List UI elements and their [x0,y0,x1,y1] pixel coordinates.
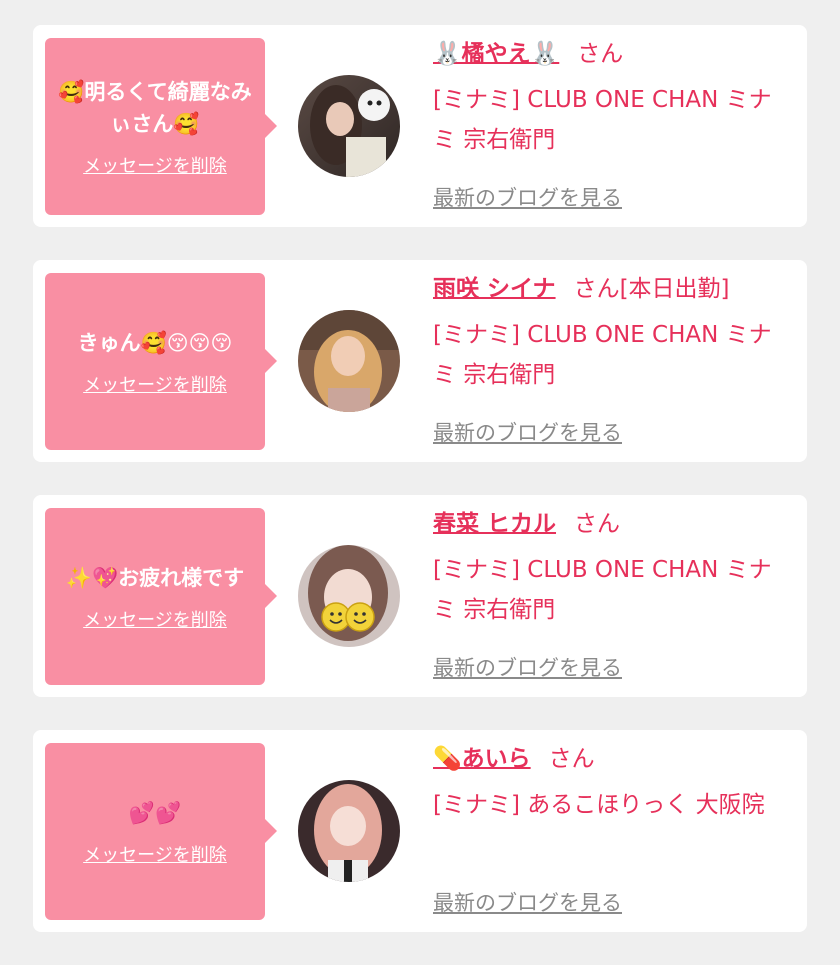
message-bubble: 💕💕 メッセージを削除 [45,743,277,920]
honorific: さん [574,511,621,537]
cast-name-link[interactable]: 雨咲 シイナ [433,276,556,302]
delete-message-link[interactable]: メッセージを削除 [83,371,227,397]
smiley-face-avatar-icon[interactable] [298,545,400,647]
shop-name: [ミナミ] CLUB ONE CHAN ミナミ 宗右衛門 [433,557,772,623]
message-text: 💕💕 [128,800,182,825]
delete-message-link[interactable]: メッセージを削除 [83,606,227,632]
message-bubble: ✨💖お疲れ様です メッセージを削除 [45,508,277,685]
honorific: さん [573,276,620,302]
latest-blog-link[interactable]: 最新のブログを見る [433,887,622,917]
honorific: さん [548,746,595,772]
woman-photo-avatar-icon[interactable] [298,75,400,177]
honorific: さん [577,41,624,67]
message-bubble: 🥰明るくて綺麗なみぃさん🥰 メッセージを削除 [45,38,277,215]
shop-name: [ミナミ] CLUB ONE CHAN ミナミ 宗右衛門 [433,87,772,153]
latest-blog-link[interactable]: 最新のブログを見る [433,652,622,682]
woman-photo-avatar-icon[interactable] [298,310,400,412]
cast-info: 春菜 ヒカル さん [ミナミ] CLUB ONE CHAN ミナミ 宗右衛門 最新… [433,508,783,680]
message-card: きゅん🥰😚😚😚 メッセージを削除 雨咲 シイナ さん[本日出勤] [ミナミ] CL… [33,260,807,462]
cast-info: 雨咲 シイナ さん[本日出勤] [ミナミ] CLUB ONE CHAN ミナミ 宗… [433,273,783,445]
cast-name-line: 雨咲 シイナ さん[本日出勤] [433,273,783,305]
cast-name-link[interactable]: 🐰橘やえ🐰 [433,41,559,67]
message-text: きゅん🥰😚😚😚 [77,330,233,355]
cast-name-line: 💊あいら さん [433,743,783,775]
woman-photo-avatar-icon[interactable] [298,780,400,882]
message-bubble: きゅん🥰😚😚😚 メッセージを削除 [45,273,277,450]
delete-message-link[interactable]: メッセージを削除 [83,152,227,178]
message-card: 💕💕 メッセージを削除 💊あいら さん [ミナミ] あるこほりっく 大阪院 最新の… [33,730,807,932]
cast-name-link[interactable]: 💊あいら [433,746,531,772]
latest-blog-link[interactable]: 最新のブログを見る [433,182,622,212]
cast-info: 🐰橘やえ🐰 さん [ミナミ] CLUB ONE CHAN ミナミ 宗右衛門 最新の… [433,38,783,210]
message-text: ✨💖お疲れ様です [65,565,245,590]
latest-blog-link[interactable]: 最新のブログを見る [433,417,622,447]
message-list: 🥰明るくて綺麗なみぃさん🥰 メッセージを削除 🐰橘やえ🐰 さん [ミナミ] CL… [33,25,807,965]
work-status: [本日出勤] [619,276,730,302]
cast-name-line: 春菜 ヒカル さん [433,508,783,540]
shop-name: [ミナミ] CLUB ONE CHAN ミナミ 宗右衛門 [433,322,772,388]
cast-name-link[interactable]: 春菜 ヒカル [433,511,556,537]
cast-name-line: 🐰橘やえ🐰 さん [433,38,783,70]
shop-name: [ミナミ] あるこほりっく 大阪院 [433,792,765,818]
cast-info: 💊あいら さん [ミナミ] あるこほりっく 大阪院 最新のブログを見る [433,743,783,915]
message-card: ✨💖お疲れ様です メッセージを削除 春菜 ヒカル さん [ミナミ] CLUB O… [33,495,807,697]
message-text: 🥰明るくて綺麗なみぃさん🥰 [58,79,252,136]
delete-message-link[interactable]: メッセージを削除 [83,841,227,867]
message-card: 🥰明るくて綺麗なみぃさん🥰 メッセージを削除 🐰橘やえ🐰 さん [ミナミ] CL… [33,25,807,227]
